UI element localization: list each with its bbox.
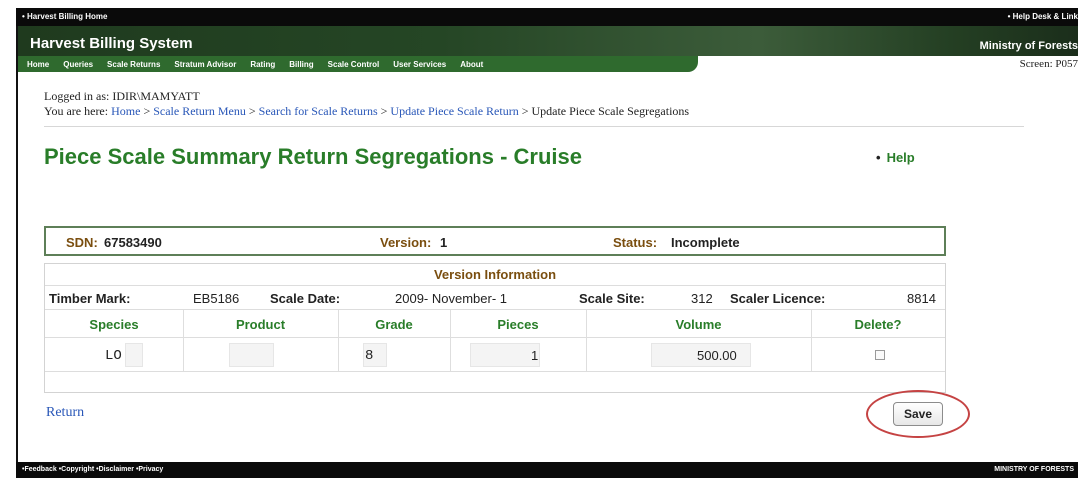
breadcrumb-separator: > — [248, 104, 256, 118]
nav-stratum-advisor[interactable]: Stratum Advisor — [167, 60, 243, 69]
pieces-field[interactable] — [470, 343, 540, 367]
breadcrumb-separator: > — [380, 104, 388, 118]
save-button[interactable]: Save — [893, 402, 943, 426]
nav-scale-returns[interactable]: Scale Returns — [100, 60, 167, 69]
version-info-panel: Version Information Timber Mark: EB5186 … — [44, 263, 946, 393]
help-label: Help — [886, 150, 915, 165]
species-value: LO — [105, 348, 122, 364]
breadcrumb-home[interactable]: Home — [111, 104, 140, 118]
main-nav: Home Queries Scale Returns Stratum Advis… — [16, 56, 698, 72]
top-utility-bar: • Harvest Billing Home • Help Desk & Lin… — [16, 8, 1078, 26]
help-desk-link[interactable]: • Help Desk & Link — [1008, 12, 1078, 21]
timber-mark-label: Timber Mark: — [49, 291, 131, 306]
nav-rating[interactable]: Rating — [243, 60, 282, 69]
pieces-value: 1 — [531, 348, 539, 363]
breadcrumb-current: Update Piece Scale Segregations — [531, 104, 690, 118]
scale-date-value: 2009- November- 1 — [395, 291, 507, 306]
scaler-licence-label: Scaler Licence: — [730, 291, 826, 306]
timber-mark-value: EB5186 — [193, 291, 240, 306]
app-title: Harvest Billing System — [30, 35, 193, 52]
footer-links[interactable]: •Feedback •Copyright •Disclaimer •Privac… — [22, 466, 163, 473]
nav-home[interactable]: Home — [20, 60, 56, 69]
bullet-icon: • — [876, 150, 881, 165]
return-link[interactable]: Return — [46, 405, 84, 421]
nav-queries[interactable]: Queries — [56, 60, 100, 69]
product-field[interactable] — [229, 343, 274, 367]
column-header-volume: Volume — [675, 317, 722, 332]
status-label: Status: — [613, 235, 658, 250]
version-info-row: Timber Mark: EB5186 Scale Date: 2009- No… — [45, 286, 945, 310]
harvest-billing-home-link[interactable]: • Harvest Billing Home — [22, 12, 108, 21]
app-banner: Harvest Billing System Ministry of Fores… — [16, 26, 1078, 56]
volume-value: 500.00 — [697, 348, 737, 363]
logged-in-user: Logged in as: IDIR\MAMYATT — [44, 89, 200, 103]
table-row: LO 8 1 500.00 — [45, 338, 945, 372]
scale-site-label: Scale Site: — [579, 291, 645, 306]
version-info-header: Version Information — [45, 264, 945, 286]
page-margin — [0, 0, 16, 478]
sdn-label: SDN: — [66, 235, 98, 250]
version-value: 1 — [440, 235, 448, 250]
breadcrumb-separator: > — [521, 104, 529, 118]
segregation-table-header: Species Product Grade Pieces Volume Dele… — [45, 310, 945, 338]
status-value: Incomplete — [671, 235, 740, 250]
breadcrumb-update-piece-scale-return[interactable]: Update Piece Scale Return — [390, 104, 518, 118]
footer-bar: •Feedback •Copyright •Disclaimer •Privac… — [16, 462, 1078, 478]
delete-checkbox[interactable] — [875, 350, 885, 360]
column-header-delete: Delete? — [854, 317, 902, 332]
breadcrumb-search-scale-returns[interactable]: Search for Scale Returns — [259, 104, 378, 118]
scaler-licence-value: 8814 — [907, 291, 936, 306]
column-header-grade: Grade — [375, 317, 413, 332]
grade-value: 8 — [365, 348, 374, 364]
version-label: Version: — [380, 235, 432, 250]
column-header-pieces: Pieces — [497, 317, 539, 332]
nav-billing[interactable]: Billing — [282, 60, 320, 69]
breadcrumb-scale-return-menu[interactable]: Scale Return Menu — [153, 104, 246, 118]
nav-about[interactable]: About — [453, 60, 490, 69]
breadcrumb-prefix: You are here: — [44, 104, 109, 118]
ministry-logo-text: Ministry of Forests — [979, 40, 1078, 52]
page-title: Piece Scale Summary Return Segregations … — [44, 144, 582, 169]
breadcrumb: You are here: Home > Scale Return Menu >… — [44, 104, 689, 119]
species-field[interactable] — [125, 343, 143, 367]
sdn-value: 67583490 — [104, 235, 162, 250]
footer-ministry-text: MINISTRY OF FORESTS — [994, 466, 1074, 473]
nav-scale-control[interactable]: Scale Control — [321, 60, 387, 69]
header-divider — [44, 126, 1024, 127]
breadcrumb-separator: > — [143, 104, 151, 118]
summary-box: SDN: 67583490 Version: 1 Status: Incompl… — [44, 226, 946, 256]
scale-site-value: 312 — [691, 291, 713, 306]
scale-date-label: Scale Date: — [270, 291, 341, 306]
nav-user-services[interactable]: User Services — [386, 60, 453, 69]
column-header-product: Product — [235, 317, 286, 332]
screen-id: Screen: P057 — [1019, 58, 1078, 70]
column-header-species: Species — [89, 317, 139, 332]
content-left-rule — [16, 26, 18, 466]
help-link[interactable]: • Help — [876, 150, 915, 165]
